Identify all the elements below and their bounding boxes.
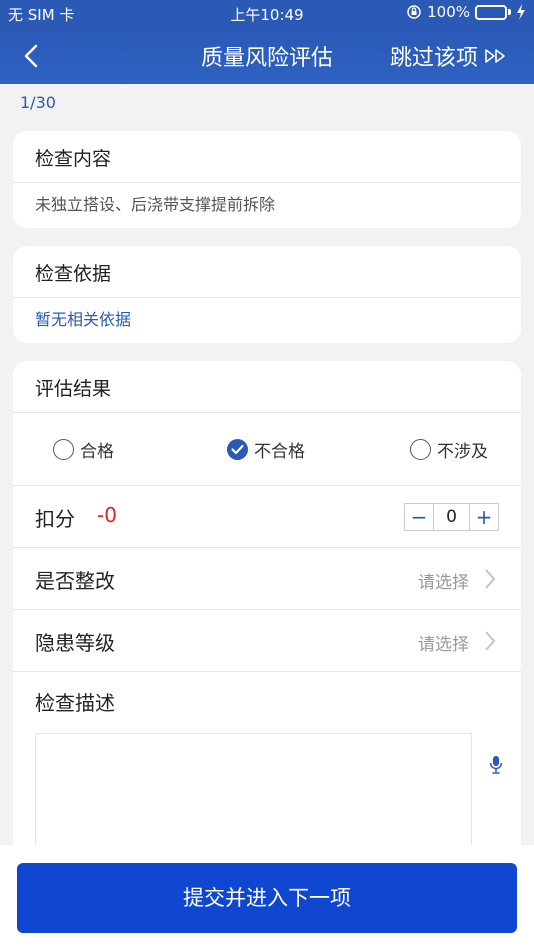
microphone-icon[interactable] (489, 755, 503, 775)
radio-label: 合格 (80, 442, 114, 462)
deduction-stepper[interactable]: − 0 + (404, 503, 499, 531)
chevron-right-icon (485, 631, 496, 651)
status-bar: 无 SIM 卡 上午10:49 100% (0, 0, 534, 28)
radio-not-applicable[interactable]: 不涉及 (410, 437, 488, 462)
result-radio-group: 合格 不合格 不涉及 (13, 413, 521, 486)
hazard-level-value: 请选择 (418, 635, 469, 655)
battery-percent: 100% (427, 3, 470, 21)
deduction-label: 扣分 (35, 507, 75, 531)
radio-unqualified[interactable]: 不合格 (227, 437, 305, 462)
deduction-value: -0 (97, 503, 117, 527)
chevron-right-icon (485, 569, 496, 589)
inspection-content-title: 检查内容 (13, 131, 521, 183)
evaluation-title: 评估结果 (13, 361, 521, 413)
inspection-basis-link[interactable]: 暂无相关依据 (13, 298, 521, 330)
progress-counter: 1/30 (20, 93, 56, 112)
battery-icon (475, 4, 507, 20)
evaluation-card: 评估结果 合格 不合格 不涉及 扣分 -0 − 0 + 是否整改 请选择 隐患等… (13, 361, 521, 881)
charging-icon (517, 4, 525, 20)
rectify-select-row[interactable]: 是否整改 请选择 (13, 548, 521, 610)
status-right: 100% (406, 3, 526, 21)
radio-unchecked-icon (410, 439, 431, 460)
submit-next-button[interactable]: 提交并进入下一项 (17, 863, 517, 933)
inspection-content-card: 检查内容 未独立搭设、后浇带支撑提前拆除 (13, 131, 521, 228)
hazard-level-label: 隐患等级 (35, 631, 115, 655)
increment-button[interactable]: + (470, 505, 498, 529)
battery-tip (508, 9, 511, 15)
nav-bar: 质量风险评估 跳过该项 (0, 28, 534, 84)
stepper-value[interactable]: 0 (433, 504, 470, 530)
deduction-row: 扣分 -0 − 0 + (13, 486, 521, 548)
inspection-basis-title: 检查依据 (13, 246, 521, 298)
description-label: 检查描述 (35, 691, 115, 715)
rectify-label: 是否整改 (35, 569, 115, 593)
radio-label: 不涉及 (437, 442, 488, 462)
skip-label: 跳过该项 (389, 46, 478, 71)
radio-unchecked-icon (53, 439, 74, 460)
hazard-level-select-row[interactable]: 隐患等级 请选择 (13, 610, 521, 672)
decrement-button[interactable]: − (405, 505, 433, 529)
orientation-lock-icon (407, 5, 421, 19)
inspection-basis-card: 检查依据 暂无相关依据 (13, 246, 521, 343)
skip-item-button[interactable]: 跳过该项 (390, 40, 508, 72)
inspection-content-text: 未独立搭设、后浇带支撑提前拆除 (35, 195, 276, 214)
rectify-value: 请选择 (418, 573, 469, 593)
radio-label: 不合格 (254, 442, 305, 462)
radio-checked-icon (227, 439, 248, 460)
radio-qualified[interactable]: 合格 (53, 437, 114, 462)
fast-forward-icon (485, 49, 505, 63)
